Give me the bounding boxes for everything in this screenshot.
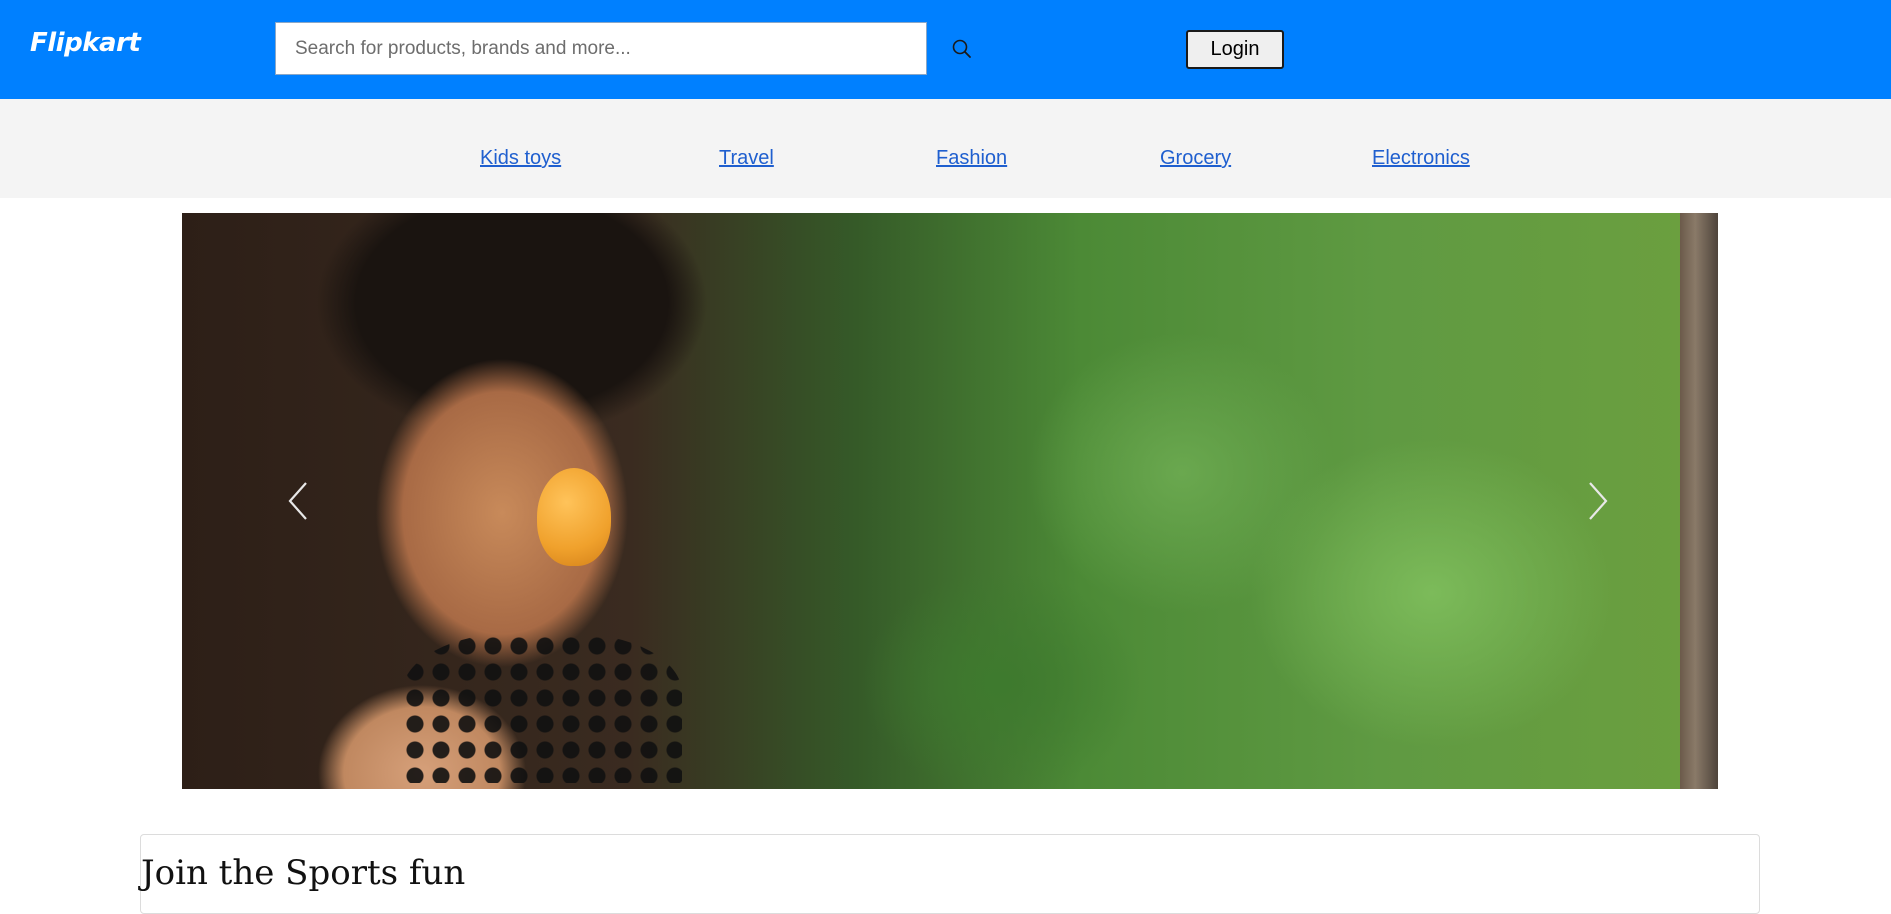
top-navbar: Flipkart Login: [0, 0, 1891, 99]
category-link-kids-toys[interactable]: Kids toys: [480, 147, 561, 170]
section-title: Join the Sports fun: [141, 853, 466, 893]
necklace-shape: [402, 633, 682, 783]
category-nav: Kids toys Travel Fashion Grocery Electro…: [0, 99, 1891, 198]
carousel-prev-button[interactable]: [278, 475, 318, 527]
category-link-fashion[interactable]: Fashion: [936, 147, 1007, 170]
search-input[interactable]: [275, 22, 927, 75]
category-link-travel[interactable]: Travel: [719, 147, 774, 170]
chevron-right-icon: [1589, 482, 1608, 520]
carousel-slide-image: [182, 213, 1680, 789]
search-icon: [952, 39, 971, 58]
category-link-electronics[interactable]: Electronics: [1372, 147, 1470, 170]
chevron-left-icon: [288, 482, 307, 520]
sports-section: Join the Sports fun: [140, 834, 1760, 914]
earring-shape: [537, 468, 611, 566]
search-button[interactable]: [948, 36, 976, 64]
login-button[interactable]: Login: [1186, 30, 1284, 69]
carousel-next-button[interactable]: [1578, 475, 1618, 527]
brand-logo[interactable]: Flipkart: [30, 28, 141, 58]
hero-carousel: [182, 213, 1718, 789]
carousel-next-slide-peek: [1680, 213, 1718, 789]
category-link-grocery[interactable]: Grocery: [1160, 147, 1231, 170]
